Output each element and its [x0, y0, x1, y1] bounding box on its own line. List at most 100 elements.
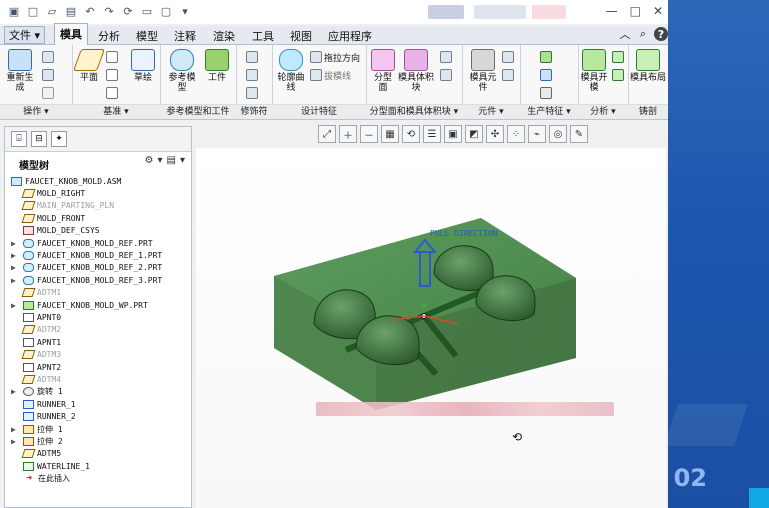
expand-caret-icon[interactable]: ▶ [11, 239, 19, 248]
ref-model-button[interactable]: 参考模型 [166, 49, 198, 93]
tree-item[interactable]: RUNNER_1 [7, 398, 189, 410]
tree-item[interactable]: ▶ FAUCET_KNOB_MOLD_WP.PRT [7, 299, 189, 311]
regenerate-button[interactable]: 重新生成 [4, 49, 36, 93]
undo-icon[interactable]: ↶ [82, 4, 98, 20]
graphics-area[interactable]: PULL DIRECTION [196, 148, 666, 508]
show-icon[interactable]: ▤ [167, 155, 176, 166]
dropdown-icon[interactable]: ▾ [177, 4, 193, 20]
expand-caret-icon[interactable]: ▶ [11, 276, 19, 285]
menu-analysis[interactable]: 分析 [98, 28, 120, 44]
contour-button[interactable]: 轮廓曲线 [276, 49, 306, 93]
close-icon[interactable]: ✕ [653, 4, 663, 18]
spin-center-icon[interactable]: ◎ [549, 125, 567, 143]
pull-direction-icon[interactable] [310, 51, 322, 63]
zoom-out-icon[interactable]: － [360, 125, 378, 143]
delete-icon[interactable] [42, 87, 54, 99]
expand-caret-icon[interactable]: ▶ [11, 263, 19, 272]
expand-caret-icon[interactable]: ▶ [11, 251, 19, 260]
open-folder-icon[interactable]: ▱ [44, 4, 60, 20]
minimize-ribbon-icon[interactable]: ︿ [618, 27, 632, 41]
tree-item[interactable]: RUNNER_2 [7, 410, 189, 422]
display-style-icon[interactable]: ◩ [465, 125, 483, 143]
modifier-icon-1[interactable] [246, 51, 258, 63]
axis-icon[interactable] [106, 51, 118, 63]
paste-icon[interactable] [42, 69, 54, 81]
tree-item[interactable]: APNT2 [7, 361, 189, 373]
annotation-display-icon[interactable]: ✎ [570, 125, 588, 143]
model-tree-tab-icon[interactable]: ⌹ [11, 131, 27, 147]
regenerate-icon[interactable]: ⟳ [120, 4, 136, 20]
copy-icon[interactable] [42, 51, 54, 63]
search-icon[interactable]: ⌕ [636, 27, 650, 41]
maximize-icon[interactable]: □ [630, 4, 641, 18]
tree-item[interactable]: ADTM3 [7, 348, 189, 360]
window-icon[interactable]: ▭ [139, 4, 155, 20]
workpiece-button[interactable]: 工件 [202, 49, 232, 83]
expand-caret-icon[interactable]: ▶ [11, 387, 19, 396]
expand-caret-icon[interactable]: ▶ [11, 301, 19, 310]
tree-item[interactable]: ▶ FAUCET_KNOB_MOLD_REF_3.PRT [7, 274, 189, 286]
analysis-icon-2[interactable] [612, 69, 624, 81]
new-file-icon[interactable]: □ [25, 4, 41, 20]
menu-mold[interactable]: 模具 [54, 23, 88, 46]
help-icon[interactable]: ? [654, 27, 668, 41]
mold-layout-button[interactable]: 模具布局 [630, 49, 666, 83]
redo-icon[interactable]: ↷ [101, 4, 117, 20]
view-manager-icon[interactable]: ☰ [423, 125, 441, 143]
refit-icon[interactable]: ⤢ [318, 125, 336, 143]
tree-item[interactable]: ADTM4 [7, 373, 189, 385]
dropdown-icon-2[interactable]: ▾ [180, 155, 185, 166]
save-icon[interactable]: ▤ [63, 4, 79, 20]
tree-item[interactable]: ADTM5 [7, 448, 189, 460]
mold-component-button[interactable]: 模具元件 [468, 49, 498, 93]
menu-render[interactable]: 渲染 [213, 28, 235, 44]
modifier-icon-2[interactable] [246, 69, 258, 81]
mold-opening-button[interactable]: 模具开模 [578, 49, 610, 93]
folder-browser-tab-icon[interactable]: ⊟ [31, 131, 47, 147]
tree-item[interactable]: MOLD_RIGHT [7, 187, 189, 199]
tree-item[interactable]: ADTM2 [7, 324, 189, 336]
tree-item[interactable]: ▶ FAUCET_KNOB_MOLD_REF.PRT [7, 237, 189, 249]
tree-item[interactable]: FAUCET_KNOB_MOLD.ASM [7, 175, 189, 187]
tree-item[interactable]: ➜ 在此插入 [7, 472, 189, 484]
favorites-tab-icon[interactable]: ✦ [51, 131, 67, 147]
runner-icon[interactable] [540, 69, 552, 81]
saved-orientations-icon[interactable]: ▣ [444, 125, 462, 143]
settings-icon[interactable]: ⚙ [145, 155, 154, 166]
tree-item[interactable]: WATERLINE_1 [7, 460, 189, 472]
csys-display-icon[interactable]: ⌁ [528, 125, 546, 143]
menu-model[interactable]: 模型 [136, 28, 158, 44]
component-tool-icon-2[interactable] [502, 69, 514, 81]
modifier-icon-3[interactable] [246, 87, 258, 99]
dropdown-icon[interactable]: ▾ [157, 155, 162, 166]
menu-applications[interactable]: 应用程序 [328, 28, 372, 44]
datum-display-icon[interactable]: ✣ [486, 125, 504, 143]
expand-caret-icon[interactable]: ▶ [11, 437, 19, 446]
menu-view[interactable]: 视图 [290, 28, 312, 44]
point-display-icon[interactable]: ⁘ [507, 125, 525, 143]
plane-button[interactable]: 平面 [72, 49, 106, 83]
tree-item[interactable]: ADTM1 [7, 287, 189, 299]
menu-tools[interactable]: 工具 [252, 28, 274, 44]
tree-item[interactable]: ▶ 旋转 1 [7, 386, 189, 398]
csys-icon[interactable] [106, 87, 118, 99]
tree-item[interactable]: APNT1 [7, 336, 189, 348]
analysis-icon-1[interactable] [612, 51, 624, 63]
tree-item[interactable]: ▶ 拉伸 2 [7, 435, 189, 447]
parting-tool-icon-1[interactable] [440, 51, 452, 63]
minimize-icon[interactable]: — [606, 4, 618, 18]
component-tool-icon-1[interactable] [502, 51, 514, 63]
tree-item[interactable]: MAIN_PARTING_PLN [7, 200, 189, 212]
expand-caret-icon[interactable]: ▶ [11, 425, 19, 434]
close-window-icon[interactable]: ▢ [158, 4, 174, 20]
ejector-pin-icon[interactable] [540, 51, 552, 63]
zoom-in-icon[interactable]: ＋ [339, 125, 357, 143]
menu-file[interactable]: 文件 ▾ [4, 26, 46, 44]
parting-tool-icon-2[interactable] [440, 69, 452, 81]
repaint-icon[interactable]: ⟲ [402, 125, 420, 143]
tree-item[interactable]: ▶ FAUCET_KNOB_MOLD_REF_1.PRT [7, 249, 189, 261]
point-icon[interactable] [106, 69, 118, 81]
tree-item[interactable]: ▶ 拉伸 1 [7, 423, 189, 435]
parting-surface-button[interactable]: 分型面 [370, 49, 396, 93]
mold-volume-button[interactable]: 模具体积块 [398, 49, 434, 93]
